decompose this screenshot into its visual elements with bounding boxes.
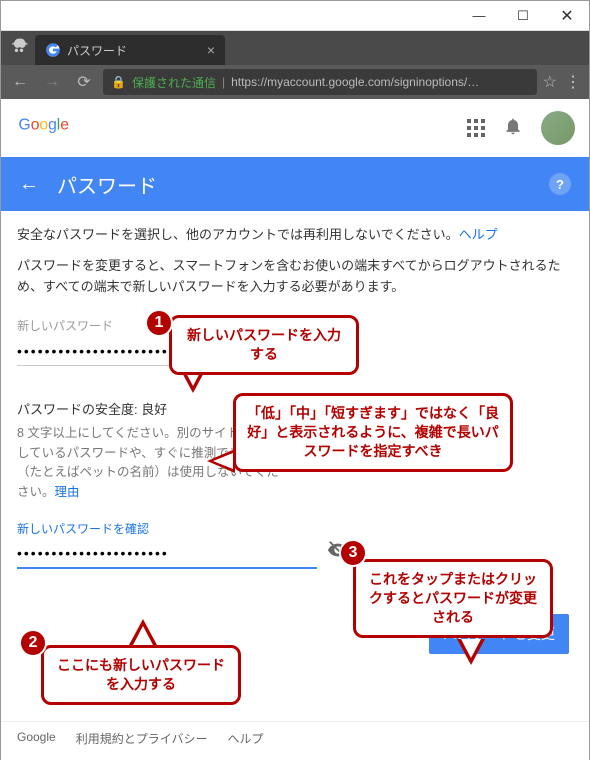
confirm-password-input[interactable]	[17, 539, 317, 569]
lock-icon: 🔒	[111, 75, 126, 89]
tab-close-icon[interactable]: ×	[207, 42, 215, 58]
footer-google[interactable]: Google	[17, 730, 56, 747]
window-minimize[interactable]: —	[457, 2, 501, 30]
footer-privacy[interactable]: 利用規約とプライバシー	[76, 730, 208, 747]
tab-strip: パスワード ×	[1, 31, 589, 65]
nav-reload-icon[interactable]: ⟳	[71, 69, 97, 95]
window-maximize[interactable]: ☐	[501, 2, 545, 30]
confirm-password-label: 新しいパスワードを確認	[17, 520, 573, 539]
bookmark-star-icon[interactable]: ☆	[543, 72, 557, 92]
page-banner: ← パスワード ?	[1, 157, 589, 211]
address-bar[interactable]: 🔒 保護された通信 | https://myaccount.google.com…	[103, 69, 537, 95]
banner-help-icon[interactable]: ?	[549, 173, 571, 195]
annotation-badge-1: 1	[145, 309, 173, 337]
browser-toolbar: ← → ⟳ 🔒 保護された通信 | https://myaccount.goog…	[1, 65, 589, 99]
svg-text:Google: Google	[19, 116, 69, 133]
annotation-callout-4: これをタップまたはクリックするとパスワードが変更される	[353, 559, 553, 638]
window-titlebar: — ☐ ✕	[1, 1, 589, 31]
annotation-pointer-4	[457, 639, 485, 665]
annotation-callout-2: 「低」「中」「短すぎます」ではなく「良好」と表示されるように、複雑で長いパスワー…	[233, 393, 513, 472]
help-link[interactable]: ヘルプ	[459, 227, 498, 242]
annotation-pointer-3	[129, 619, 157, 645]
footer-help[interactable]: ヘルプ	[227, 730, 263, 747]
google-favicon-icon	[45, 42, 61, 58]
avatar[interactable]	[541, 111, 575, 145]
banner-back-icon[interactable]: ←	[19, 173, 39, 196]
notifications-bell-icon[interactable]	[503, 116, 523, 141]
google-header: Google	[1, 99, 589, 157]
page-footer: Google 利用規約とプライバシー ヘルプ	[1, 721, 589, 755]
reason-link[interactable]: 理由	[55, 485, 80, 499]
annotation-pointer-2	[207, 449, 235, 473]
browser-tab[interactable]: パスワード ×	[35, 35, 225, 65]
browser-menu-icon[interactable]: ⋮	[563, 72, 583, 92]
incognito-icon	[9, 37, 29, 62]
url-separator: |	[222, 75, 225, 89]
apps-grid-icon[interactable]	[467, 119, 485, 137]
annotation-badge-3: 3	[339, 539, 367, 567]
annotation-callout-3: ここにも新しいパスワードを入力する	[41, 645, 241, 705]
page-title: パスワード	[57, 170, 157, 199]
annotation-badge-2: 2	[19, 629, 47, 657]
secure-label: 保護された通信	[132, 74, 216, 91]
nav-forward-icon[interactable]: →	[39, 69, 65, 95]
tab-title: パスワード	[67, 42, 201, 59]
strength-value: 良好	[141, 402, 167, 417]
google-logo[interactable]: Google	[15, 114, 93, 143]
annotation-callout-1: 新しいパスワードを入力する	[169, 315, 359, 375]
intro-text: 安全なパスワードを選択し、他のアカウントでは再利用しないでください。ヘルプ	[17, 225, 573, 246]
warning-text: パスワードを変更すると、スマートフォンを含むお使いの端末すべてからログアウトされ…	[17, 256, 573, 298]
url-text: https://myaccount.google.com/signinoptio…	[231, 75, 479, 89]
nav-back-icon[interactable]: ←	[7, 69, 33, 95]
page-content: Google ← パスワード ? 安全なパスワードを選択し、他のアカウントでは再…	[1, 99, 589, 761]
window-close[interactable]: ✕	[545, 2, 589, 30]
